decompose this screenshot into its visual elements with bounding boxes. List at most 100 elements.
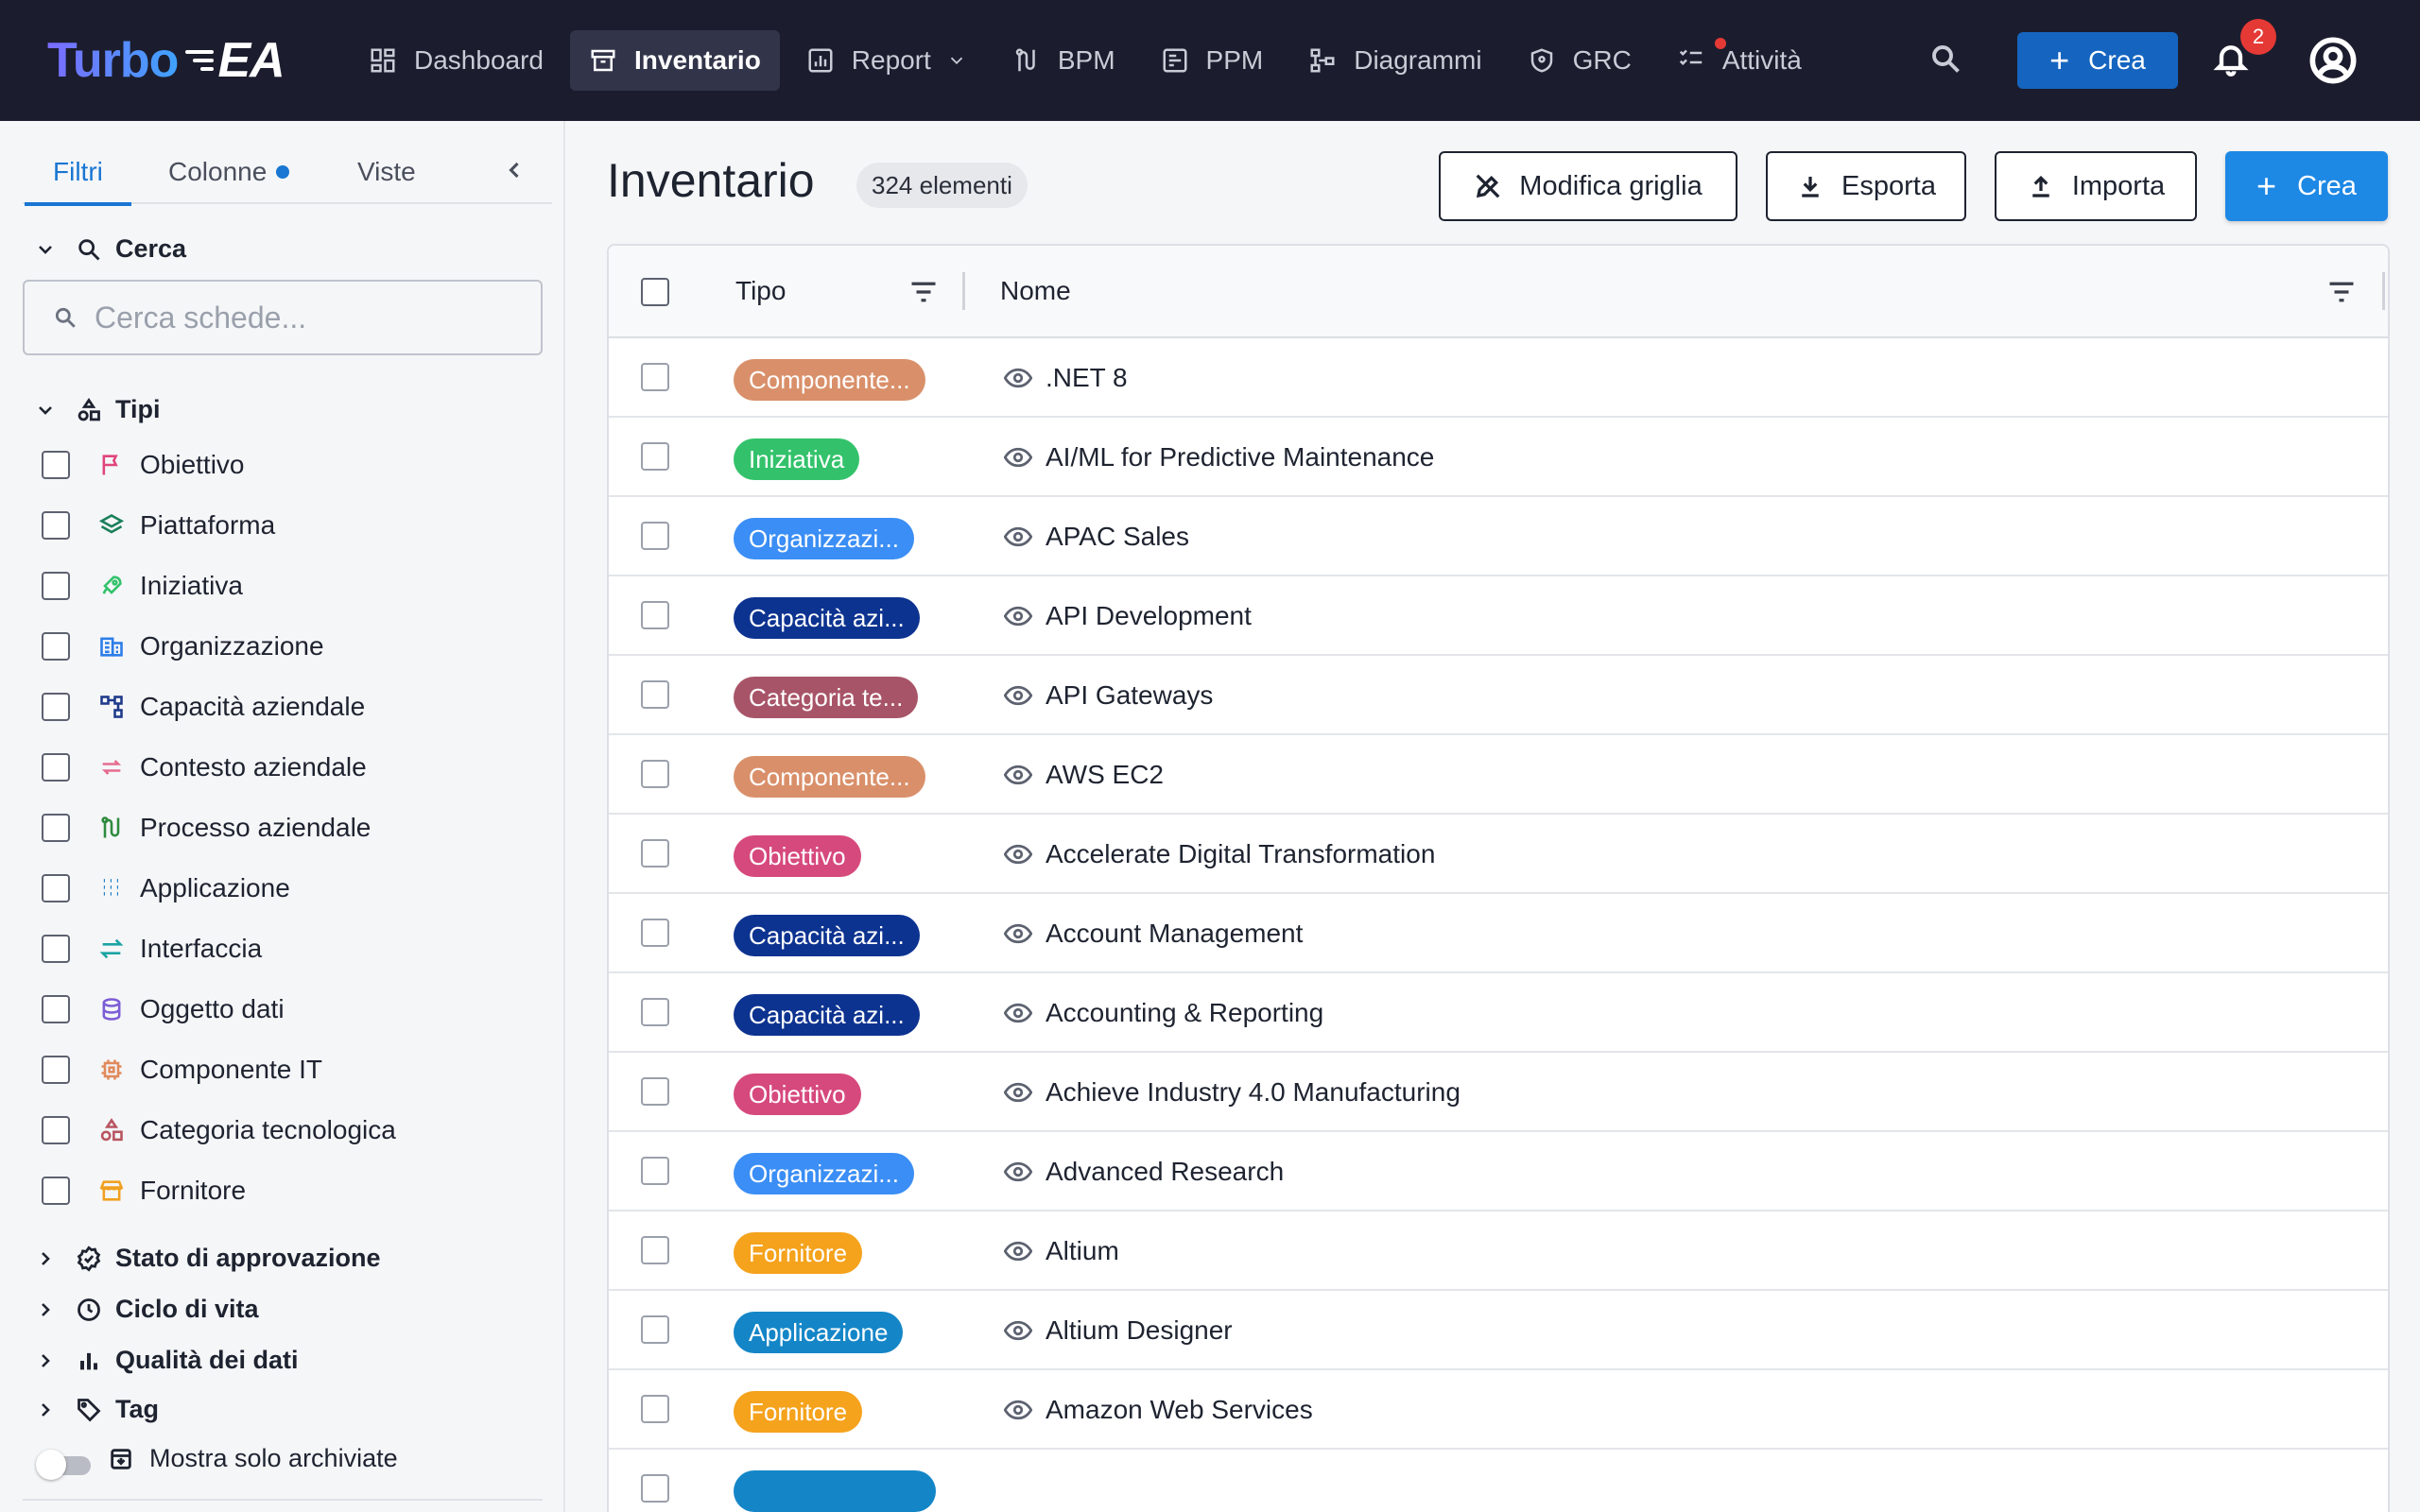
filter-icon[interactable] <box>2327 280 2356 304</box>
row-checkbox[interactable] <box>641 760 669 788</box>
card-name[interactable]: AWS EC2 <box>1046 760 1164 790</box>
row-checkbox[interactable] <box>641 1395 669 1423</box>
section-cerca[interactable]: Cerca <box>34 234 186 264</box>
type-filter-componente-it[interactable]: Componente IT <box>42 1051 322 1089</box>
row-checkbox[interactable] <box>641 1077 669 1106</box>
row-checkbox[interactable] <box>641 919 669 947</box>
checkbox[interactable] <box>42 874 70 902</box>
type-filter-organizzazione[interactable]: Organizzazione <box>42 627 324 665</box>
eye-icon[interactable] <box>1003 446 1033 469</box>
row-checkbox[interactable] <box>641 839 669 868</box>
column-resize-handle[interactable] <box>2382 272 2385 310</box>
checkbox[interactable] <box>42 814 70 842</box>
nav-inventario[interactable]: Inventario <box>569 30 780 91</box>
eye-icon[interactable] <box>1003 525 1033 548</box>
type-filter-processo-aziendale[interactable]: Processo aziendale <box>42 809 371 847</box>
row-checkbox[interactable] <box>641 1236 669 1264</box>
import-button[interactable]: Importa <box>1995 151 2197 221</box>
archived-only-toggle[interactable] <box>36 1450 93 1480</box>
eye-icon[interactable] <box>1003 1240 1033 1263</box>
checkbox[interactable] <box>42 935 70 963</box>
row-checkbox[interactable] <box>641 680 669 709</box>
card-name[interactable]: Altium Designer <box>1046 1315 1233 1346</box>
tab-colonne[interactable]: Colonne <box>168 140 290 204</box>
section-qualita-dati[interactable]: Qualità dei dati <box>34 1346 299 1375</box>
eye-icon[interactable] <box>1003 1319 1033 1342</box>
card-name[interactable]: Account Management <box>1046 919 1303 949</box>
section-tag[interactable]: Tag <box>34 1395 159 1424</box>
nav-report[interactable]: Report <box>787 30 986 91</box>
checkbox[interactable] <box>42 1056 70 1084</box>
tab-viste[interactable]: Viste <box>357 140 416 204</box>
table-row[interactable]: Componente... AWS EC2 <box>609 735 2388 815</box>
table-row[interactable]: Capacità azi... API Development <box>609 576 2388 656</box>
type-filter-capacita-aziendale[interactable]: Capacità aziendale <box>42 688 365 726</box>
filter-icon[interactable] <box>909 280 938 304</box>
checkbox[interactable] <box>42 1116 70 1144</box>
card-name[interactable]: AI/ML for Predictive Maintenance <box>1046 442 1434 472</box>
row-checkbox[interactable] <box>641 363 669 391</box>
type-filter-contesto-aziendale[interactable]: Contesto aziendale <box>42 748 367 786</box>
card-name[interactable]: Achieve Industry 4.0 Manufacturing <box>1046 1077 1461 1108</box>
table-row[interactable]: Capacità azi... Accounting & Reporting <box>609 973 2388 1053</box>
checkbox[interactable] <box>42 511 70 540</box>
checkbox[interactable] <box>42 572 70 600</box>
table-row[interactable]: Obiettivo Achieve Industry 4.0 Manufactur… <box>609 1053 2388 1132</box>
select-all-checkbox[interactable] <box>641 278 669 306</box>
type-filter-applicazione[interactable]: Applicazione <box>42 869 290 907</box>
export-button[interactable]: Esporta <box>1766 151 1966 221</box>
card-name[interactable]: Accelerate Digital Transformation <box>1046 839 1435 869</box>
global-search-button[interactable] <box>1928 42 1966 79</box>
nav-bpm[interactable]: BPM <box>994 30 1134 91</box>
row-checkbox[interactable] <box>641 998 669 1026</box>
type-filter-interfaccia[interactable]: Interfaccia <box>42 930 262 968</box>
table-row[interactable]: Iniziativa AI/ML for Predictive Maintenan… <box>609 418 2388 497</box>
column-header-nome[interactable]: Nome <box>1000 276 1071 306</box>
card-name[interactable]: API Development <box>1046 601 1252 631</box>
card-name[interactable]: APAC Sales <box>1046 522 1189 552</box>
checkbox[interactable] <box>42 632 70 661</box>
checkbox[interactable] <box>42 1177 70 1205</box>
row-checkbox[interactable] <box>641 1157 669 1185</box>
table-row[interactable]: Fornitore Amazon Web Services <box>609 1370 2388 1450</box>
table-row[interactable]: Applicazione Altium Designer <box>609 1291 2388 1370</box>
table-row[interactable]: Organizzazi... Advanced Research <box>609 1132 2388 1211</box>
eye-icon[interactable] <box>1003 1081 1033 1104</box>
card-name[interactable]: Altium <box>1046 1236 1119 1266</box>
eye-icon[interactable] <box>1003 367 1033 389</box>
turbo-ea-logo[interactable]: Turbo EA <box>47 32 285 89</box>
row-checkbox[interactable] <box>641 442 669 471</box>
type-filter-oggetto-dati[interactable]: Oggetto dati <box>42 990 285 1028</box>
type-filter-piattaforma[interactable]: Piattaforma <box>42 507 275 544</box>
column-header-tipo[interactable]: Tipo <box>735 276 786 306</box>
edit-grid-button[interactable]: Modifica griglia <box>1439 151 1737 221</box>
account-button[interactable] <box>2308 36 2358 85</box>
nav-attivita[interactable]: Attività <box>1658 30 1821 91</box>
table-row[interactable]: Organizzazi... APAC Sales <box>609 497 2388 576</box>
eye-icon[interactable] <box>1003 684 1033 707</box>
eye-icon[interactable] <box>1003 922 1033 945</box>
section-stato-approvazione[interactable]: Stato di approvazione <box>34 1244 381 1273</box>
table-row[interactable]: Fornitore Altium <box>609 1211 2388 1291</box>
section-tipi[interactable]: Tipi <box>34 395 161 424</box>
row-checkbox[interactable] <box>641 601 669 629</box>
card-name[interactable]: Accounting & Reporting <box>1046 998 1323 1028</box>
card-search-field[interactable] <box>23 280 543 355</box>
tab-filtri[interactable]: Filtri <box>25 140 131 206</box>
card-search-input[interactable] <box>95 300 510 335</box>
checkbox[interactable] <box>42 753 70 782</box>
eye-icon[interactable] <box>1003 1002 1033 1024</box>
eye-icon[interactable] <box>1003 1160 1033 1183</box>
checkbox[interactable] <box>42 693 70 721</box>
table-row[interactable]: Obiettivo Accelerate Digital Transformati… <box>609 815 2388 894</box>
card-name[interactable]: Advanced Research <box>1046 1157 1284 1187</box>
table-row[interactable]: Componente... .NET 8 <box>609 338 2388 418</box>
nav-grc[interactable]: GRC <box>1509 30 1651 91</box>
eye-icon[interactable] <box>1003 843 1033 866</box>
row-checkbox[interactable] <box>641 1315 669 1344</box>
collapse-sidebar-button[interactable] <box>501 157 529 185</box>
notifications-button[interactable]: 2 <box>2212 19 2276 81</box>
card-name[interactable]: API Gateways <box>1046 680 1213 711</box>
type-filter-fornitore[interactable]: Fornitore <box>42 1172 246 1210</box>
row-checkbox[interactable] <box>641 522 669 550</box>
